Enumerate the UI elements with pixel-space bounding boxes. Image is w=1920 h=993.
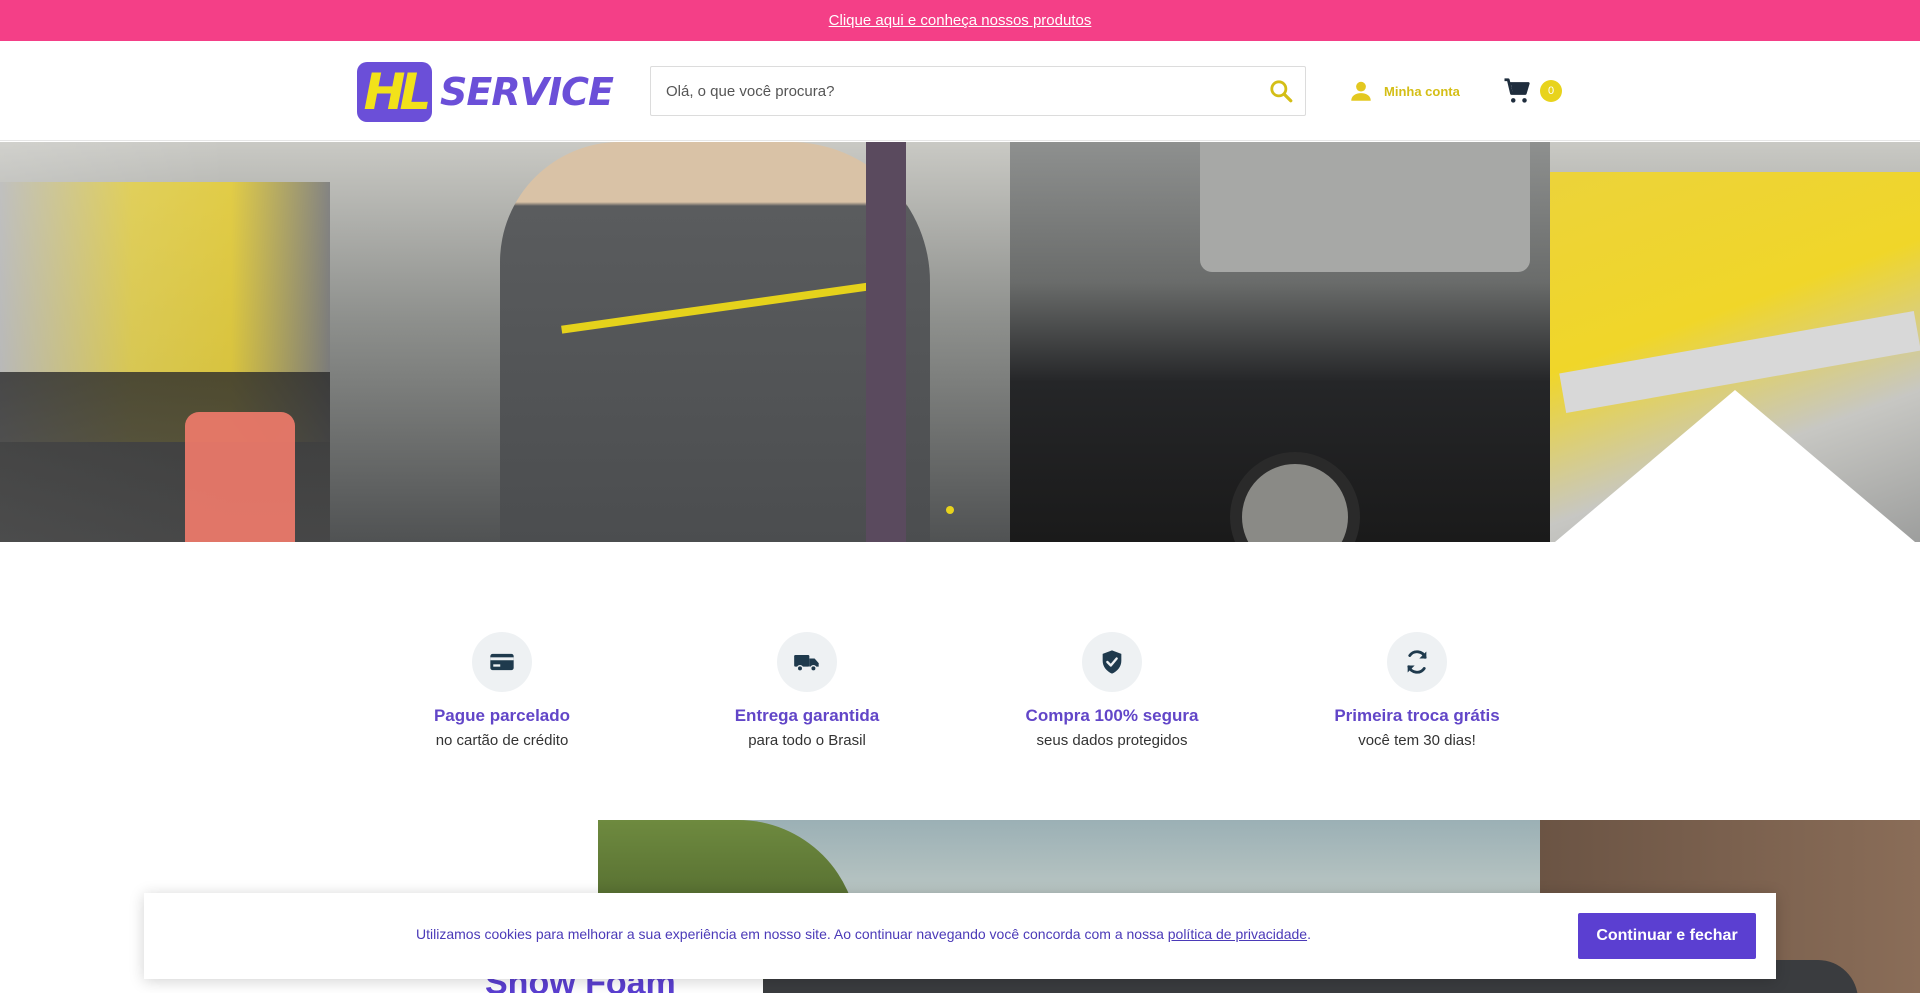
- feature-icon-circle: [472, 632, 532, 692]
- feature-title: Entrega garantida: [734, 706, 880, 725]
- features-row: Pague parcelado no cartão de crédito Ent…: [0, 632, 1920, 752]
- account-link[interactable]: Minha conta: [1348, 76, 1460, 106]
- feature-subtitle: para todo o Brasil: [748, 732, 866, 749]
- site-logo[interactable]: HL SERVICE: [357, 61, 614, 123]
- accept-cookies-button[interactable]: Continuar e fechar: [1578, 913, 1756, 959]
- search-input[interactable]: [651, 67, 1257, 115]
- announcement-link[interactable]: Clique aqui e conheça nossos produtos: [829, 12, 1092, 29]
- feature-title: Primeira troca grátis: [1334, 706, 1500, 725]
- cart-count-badge: 0: [1540, 80, 1562, 102]
- feature-installments: Pague parcelado no cartão de crédito: [372, 632, 632, 749]
- feature-exchange: Primeira troca grátis você tem 30 dias!: [1287, 632, 1547, 749]
- feature-icon-circle: [1082, 632, 1142, 692]
- logo-mark-text: HL: [363, 63, 432, 121]
- hero-machine-top: [1200, 142, 1530, 272]
- credit-card-icon: [490, 653, 514, 671]
- feature-delivery: Entrega garantida para todo o Brasil: [677, 632, 937, 749]
- account-label: Minha conta: [1384, 83, 1460, 99]
- announcement-bar: Clique aqui e conheça nossos produtos: [0, 0, 1920, 41]
- feature-subtitle: você tem 30 dias!: [1358, 732, 1476, 749]
- user-icon: [1351, 81, 1371, 101]
- hero-pole: [866, 142, 906, 542]
- cookie-message-text: Utilizamos cookies para melhorar a sua e…: [416, 926, 1168, 942]
- cookie-message-period: .: [1307, 926, 1311, 942]
- feature-subtitle: no cartão de crédito: [435, 732, 569, 749]
- feature-title: Compra 100% segura: [1025, 706, 1199, 725]
- logo-text: SERVICE: [440, 70, 614, 114]
- feature-icon-circle: [1387, 632, 1447, 692]
- search-button[interactable]: [1257, 67, 1305, 115]
- cart-icon: [1504, 78, 1530, 103]
- refresh-icon: [1407, 650, 1427, 674]
- feature-subtitle: seus dados protegidos: [1036, 732, 1188, 749]
- logo-mark: HL: [357, 62, 433, 122]
- truck-icon: [794, 655, 819, 672]
- slide-dot[interactable]: [946, 506, 954, 514]
- search-icon: [1270, 80, 1293, 103]
- privacy-policy-link[interactable]: política de privacidade: [1168, 926, 1307, 942]
- cart-button[interactable]: 0: [1502, 75, 1562, 107]
- site-header: HL SERVICE Minha conta 0: [0, 41, 1920, 141]
- cookie-banner: Utilizamos cookies para melhorar a sua e…: [144, 893, 1776, 979]
- feature-icon-circle: [777, 632, 837, 692]
- feature-secure: Compra 100% segura seus dados protegidos: [982, 632, 1242, 749]
- shield-check-icon: [1102, 650, 1122, 674]
- cookie-message: Utilizamos cookies para melhorar a sua e…: [416, 926, 1311, 942]
- feature-title: Pague parcelado: [433, 706, 571, 725]
- search-bar: [650, 66, 1306, 116]
- hero-banner[interactable]: [0, 142, 1920, 542]
- hero-corner-shape: [1555, 390, 1915, 542]
- hero-bottle: [185, 412, 295, 542]
